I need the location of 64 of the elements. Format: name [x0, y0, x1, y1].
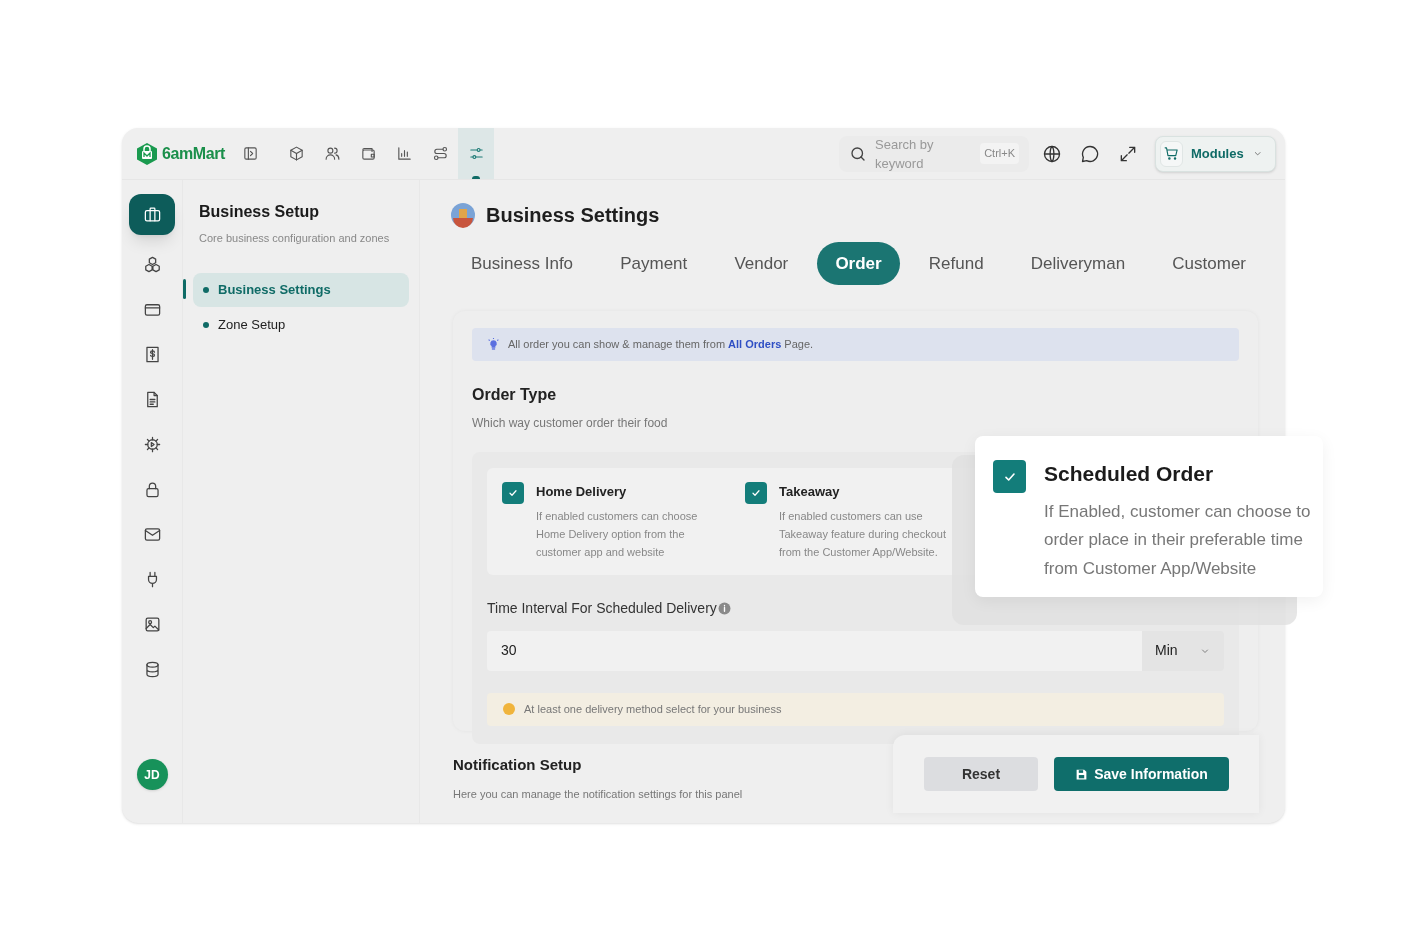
warning-message: At least one delivery method select for your business: [524, 701, 782, 717]
user-avatar[interactable]: JD: [136, 759, 168, 790]
tab[interactable]: Business Info: [453, 242, 592, 285]
briefcase-icon: [142, 205, 162, 224]
wallet-icon: [359, 145, 377, 162]
info-message: All order you can show & manage them from All Orders Page.: [508, 337, 814, 353]
mail-icon: [142, 525, 162, 544]
panel-title: Business Setup: [198, 202, 321, 222]
section-title: Order Type: [472, 385, 558, 405]
checkbox[interactable]: [993, 460, 1026, 493]
sliders-icon: [467, 145, 485, 162]
shortcut-hint: Ctrl+K: [980, 143, 1019, 164]
field-label: Time Interval For Scheduled Delivery: [487, 598, 717, 618]
interval-input[interactable]: 30: [487, 630, 1142, 671]
tab[interactable]: Refund: [910, 242, 1002, 285]
brand-name: 6amMart: [162, 143, 225, 164]
active-indicator: [472, 176, 480, 179]
page-title: Business Settings: [486, 203, 660, 228]
sidebar-toggle-icon: [241, 145, 259, 162]
reset-button[interactable]: Reset: [924, 757, 1038, 791]
nav-tab[interactable]: [458, 128, 494, 179]
lightbulb-icon: [487, 338, 500, 351]
route-icon: [431, 145, 449, 162]
option-description: If enabled customers can use Takeaway feature during checkout from the Customer App/Website.: [779, 508, 947, 560]
section-subtitle: Which way customer order their food: [472, 415, 669, 432]
save-button[interactable]: Save Information: [1054, 757, 1229, 791]
cubes-icon: [142, 255, 162, 274]
active-marker: [183, 278, 186, 299]
logo-icon: [136, 141, 158, 166]
option-description: If enabled customers can choose Home Delivery option from the customer app and website: [536, 508, 699, 560]
tab[interactable]: Order: [817, 242, 900, 285]
box-icon: [287, 145, 305, 162]
tab[interactable]: Vendor: [716, 242, 807, 285]
search-icon: [849, 144, 867, 163]
panel-subtitle: Core business configuration and zones: [198, 231, 391, 246]
checkbox[interactable]: [502, 482, 524, 504]
users-icon: [323, 145, 341, 162]
settings-icon: [142, 435, 162, 454]
search-placeholder: Search by keyword: [875, 135, 935, 173]
modules-button[interactable]: Modules: [1155, 135, 1276, 172]
chat-icon: [1080, 143, 1100, 164]
option-label: Scheduled Order: [1044, 461, 1215, 487]
bar-chart-icon: [395, 145, 413, 162]
submenu-item[interactable]: Zone Setup: [193, 307, 409, 342]
option-label: Home Delivery: [536, 483, 628, 501]
info-icon: [717, 601, 731, 615]
tab[interactable]: Customer: [1154, 242, 1264, 285]
checkbox[interactable]: [745, 482, 767, 504]
check-icon: [507, 487, 519, 499]
all-orders-link[interactable]: All Orders: [728, 338, 782, 351]
check-icon: [750, 487, 762, 499]
business-icon: [450, 202, 476, 228]
cart-icon: [1162, 145, 1180, 162]
option-label: Takeaway: [779, 483, 841, 501]
section-title: Notification Setup: [453, 755, 583, 775]
unit-dropdown[interactable]: Min: [1142, 630, 1224, 671]
globe-icon: [1042, 143, 1062, 164]
tab[interactable]: Payment: [602, 242, 706, 285]
tab[interactable]: Deliveryman: [1012, 242, 1144, 285]
section-subtitle: Here you can manage the notification settings for this panel: [453, 786, 743, 802]
option-description: If Enabled, customer can choose to order place in their preferable time from Customer App/Website: [1044, 500, 1312, 580]
save-icon: [1075, 767, 1089, 781]
submenu-item[interactable]: Business Settings: [193, 272, 409, 307]
rail-button[interactable]: [129, 194, 175, 235]
